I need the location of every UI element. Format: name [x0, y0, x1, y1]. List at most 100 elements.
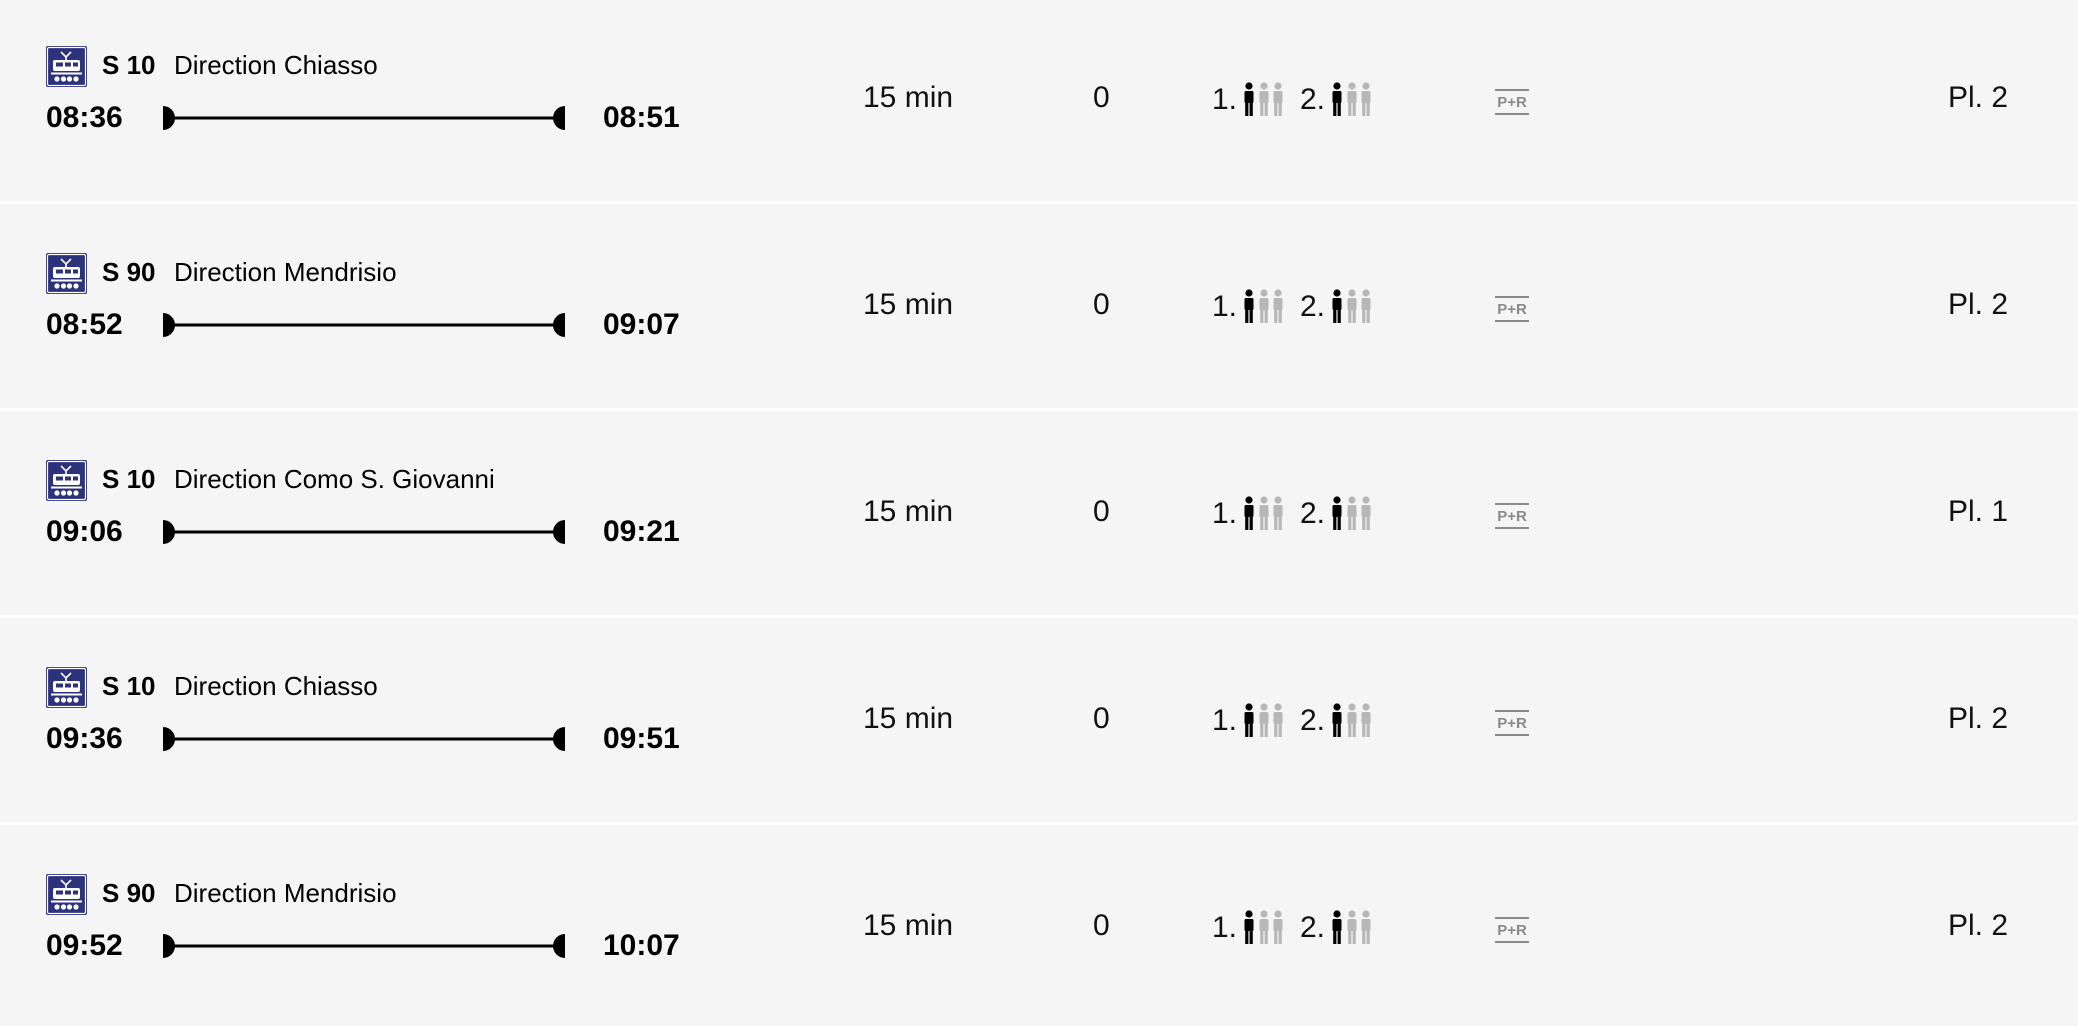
train-icon: [46, 667, 87, 708]
train-icon: [46, 46, 87, 87]
route-line: [163, 106, 565, 130]
train-icon: [46, 460, 87, 501]
occupancy-person-inactive: [1259, 496, 1269, 530]
occupancy-person-inactive: [1361, 82, 1371, 116]
departure-time: 09:36: [46, 722, 123, 755]
departure-stop-dot: [163, 934, 175, 958]
arrival-stop-dot: [553, 934, 565, 958]
duration: 15 min: [863, 81, 954, 114]
arrival-time: 08:51: [603, 101, 680, 134]
departure-time: 09:06: [46, 515, 123, 548]
arrival-time: 10:07: [603, 929, 680, 962]
departure-stop-dot: [163, 106, 175, 130]
occupancy-person-active: [1244, 496, 1254, 530]
occupancy-person-inactive: [1259, 82, 1269, 116]
occupancy-person-inactive: [1347, 910, 1357, 944]
park-and-ride-icon: P+R: [1495, 89, 1529, 115]
occupancy-person-inactive: [1347, 289, 1357, 323]
first-class-occupancy-icon: [1244, 910, 1283, 944]
arrival-stop-dot: [553, 727, 565, 751]
occupancy-person-active: [1332, 289, 1342, 323]
connection-row[interactable]: S 10 Direction Chiasso 08:36 08:51 15 mi…: [0, 0, 2078, 204]
first-class-occupancy-icon: [1244, 703, 1283, 737]
changes-count: 0: [1093, 81, 1110, 114]
occupancy-person-active: [1244, 82, 1254, 116]
occupancy-person-active: [1244, 910, 1254, 944]
line-code: S 10: [102, 464, 156, 494]
occupancy-person-inactive: [1347, 82, 1357, 116]
direction-label: Direction Chiasso: [174, 50, 378, 80]
park-and-ride-text: P+R: [1497, 94, 1527, 111]
changes-count: 0: [1093, 909, 1110, 942]
second-class-occupancy-icon: [1332, 82, 1371, 116]
second-class-label: 2.: [1300, 290, 1326, 323]
occupancy-person-active: [1332, 82, 1342, 116]
route-line: [163, 727, 565, 751]
arrival-stop-dot: [553, 520, 565, 544]
arrival-time: 09:51: [603, 722, 680, 755]
park-and-ride-text: P+R: [1497, 301, 1527, 318]
park-and-ride-text: P+R: [1497, 508, 1527, 525]
second-class-occupancy-icon: [1332, 289, 1371, 323]
park-and-ride-icon: P+R: [1495, 710, 1529, 736]
departure-stop-dot: [163, 727, 175, 751]
occupancy-person-inactive: [1273, 82, 1283, 116]
first-class-occupancy-icon: [1244, 289, 1283, 323]
occupancy-person-inactive: [1361, 496, 1371, 530]
park-and-ride-text: P+R: [1497, 922, 1527, 939]
second-class-label: 2.: [1300, 704, 1326, 737]
connection-row[interactable]: S 90 Direction Mendrisio 08:52 09:07 15 …: [0, 207, 2078, 411]
direction-label: Direction Mendrisio: [174, 257, 397, 287]
occupancy-person-inactive: [1259, 703, 1269, 737]
park-and-ride-icon: P+R: [1495, 503, 1529, 529]
second-class-label: 2.: [1300, 497, 1326, 530]
departure-stop-dot: [163, 520, 175, 544]
platform: Pl. 1: [1948, 495, 2009, 528]
occupancy-person-active: [1244, 289, 1254, 323]
line-code: S 10: [102, 671, 156, 701]
direction-label: Direction Chiasso: [174, 671, 378, 701]
occupancy-person-inactive: [1361, 910, 1371, 944]
occupancy-person-inactive: [1361, 703, 1371, 737]
duration: 15 min: [863, 288, 954, 321]
occupancy-person-inactive: [1273, 289, 1283, 323]
occupancy-person-active: [1332, 496, 1342, 530]
first-class-label: 1.: [1212, 704, 1238, 737]
departure-stop-dot: [163, 313, 175, 337]
platform: Pl. 2: [1948, 909, 2009, 942]
occupancy-person-inactive: [1259, 289, 1269, 323]
duration: 15 min: [863, 909, 954, 942]
duration: 15 min: [863, 702, 954, 735]
connection-row[interactable]: S 90 Direction Mendrisio 09:52 10:07 15 …: [0, 828, 2078, 1026]
train-icon: [46, 253, 87, 294]
second-class-occupancy-icon: [1332, 703, 1371, 737]
arrival-stop-dot: [553, 106, 565, 130]
route-line: [163, 313, 565, 337]
first-class-label: 1.: [1212, 83, 1238, 116]
first-class-label: 1.: [1212, 497, 1238, 530]
park-and-ride-icon: P+R: [1495, 296, 1529, 322]
connection-row[interactable]: S 10 Direction Chiasso 09:36 09:51 15 mi…: [0, 621, 2078, 825]
line-code: S 90: [102, 878, 156, 908]
occupancy-person-inactive: [1273, 496, 1283, 530]
occupancy-person-inactive: [1347, 703, 1357, 737]
changes-count: 0: [1093, 702, 1110, 735]
platform: Pl. 2: [1948, 288, 2009, 321]
first-class-label: 1.: [1212, 290, 1238, 323]
departure-time: 08:52: [46, 308, 123, 341]
changes-count: 0: [1093, 495, 1110, 528]
connection-row[interactable]: S 10 Direction Como S. Giovanni 09:06 09…: [0, 414, 2078, 618]
second-class-occupancy-icon: [1332, 496, 1371, 530]
occupancy-person-inactive: [1361, 289, 1371, 323]
park-and-ride-icon: P+R: [1495, 917, 1529, 943]
second-class-occupancy-icon: [1332, 910, 1371, 944]
first-class-occupancy-icon: [1244, 496, 1283, 530]
second-class-label: 2.: [1300, 83, 1326, 116]
duration: 15 min: [863, 495, 954, 528]
departure-time: 09:52: [46, 929, 123, 962]
train-icon: [46, 874, 87, 915]
occupancy-person-active: [1332, 910, 1342, 944]
arrival-time: 09:07: [603, 308, 680, 341]
occupancy-person-inactive: [1259, 910, 1269, 944]
route-line: [163, 934, 565, 958]
